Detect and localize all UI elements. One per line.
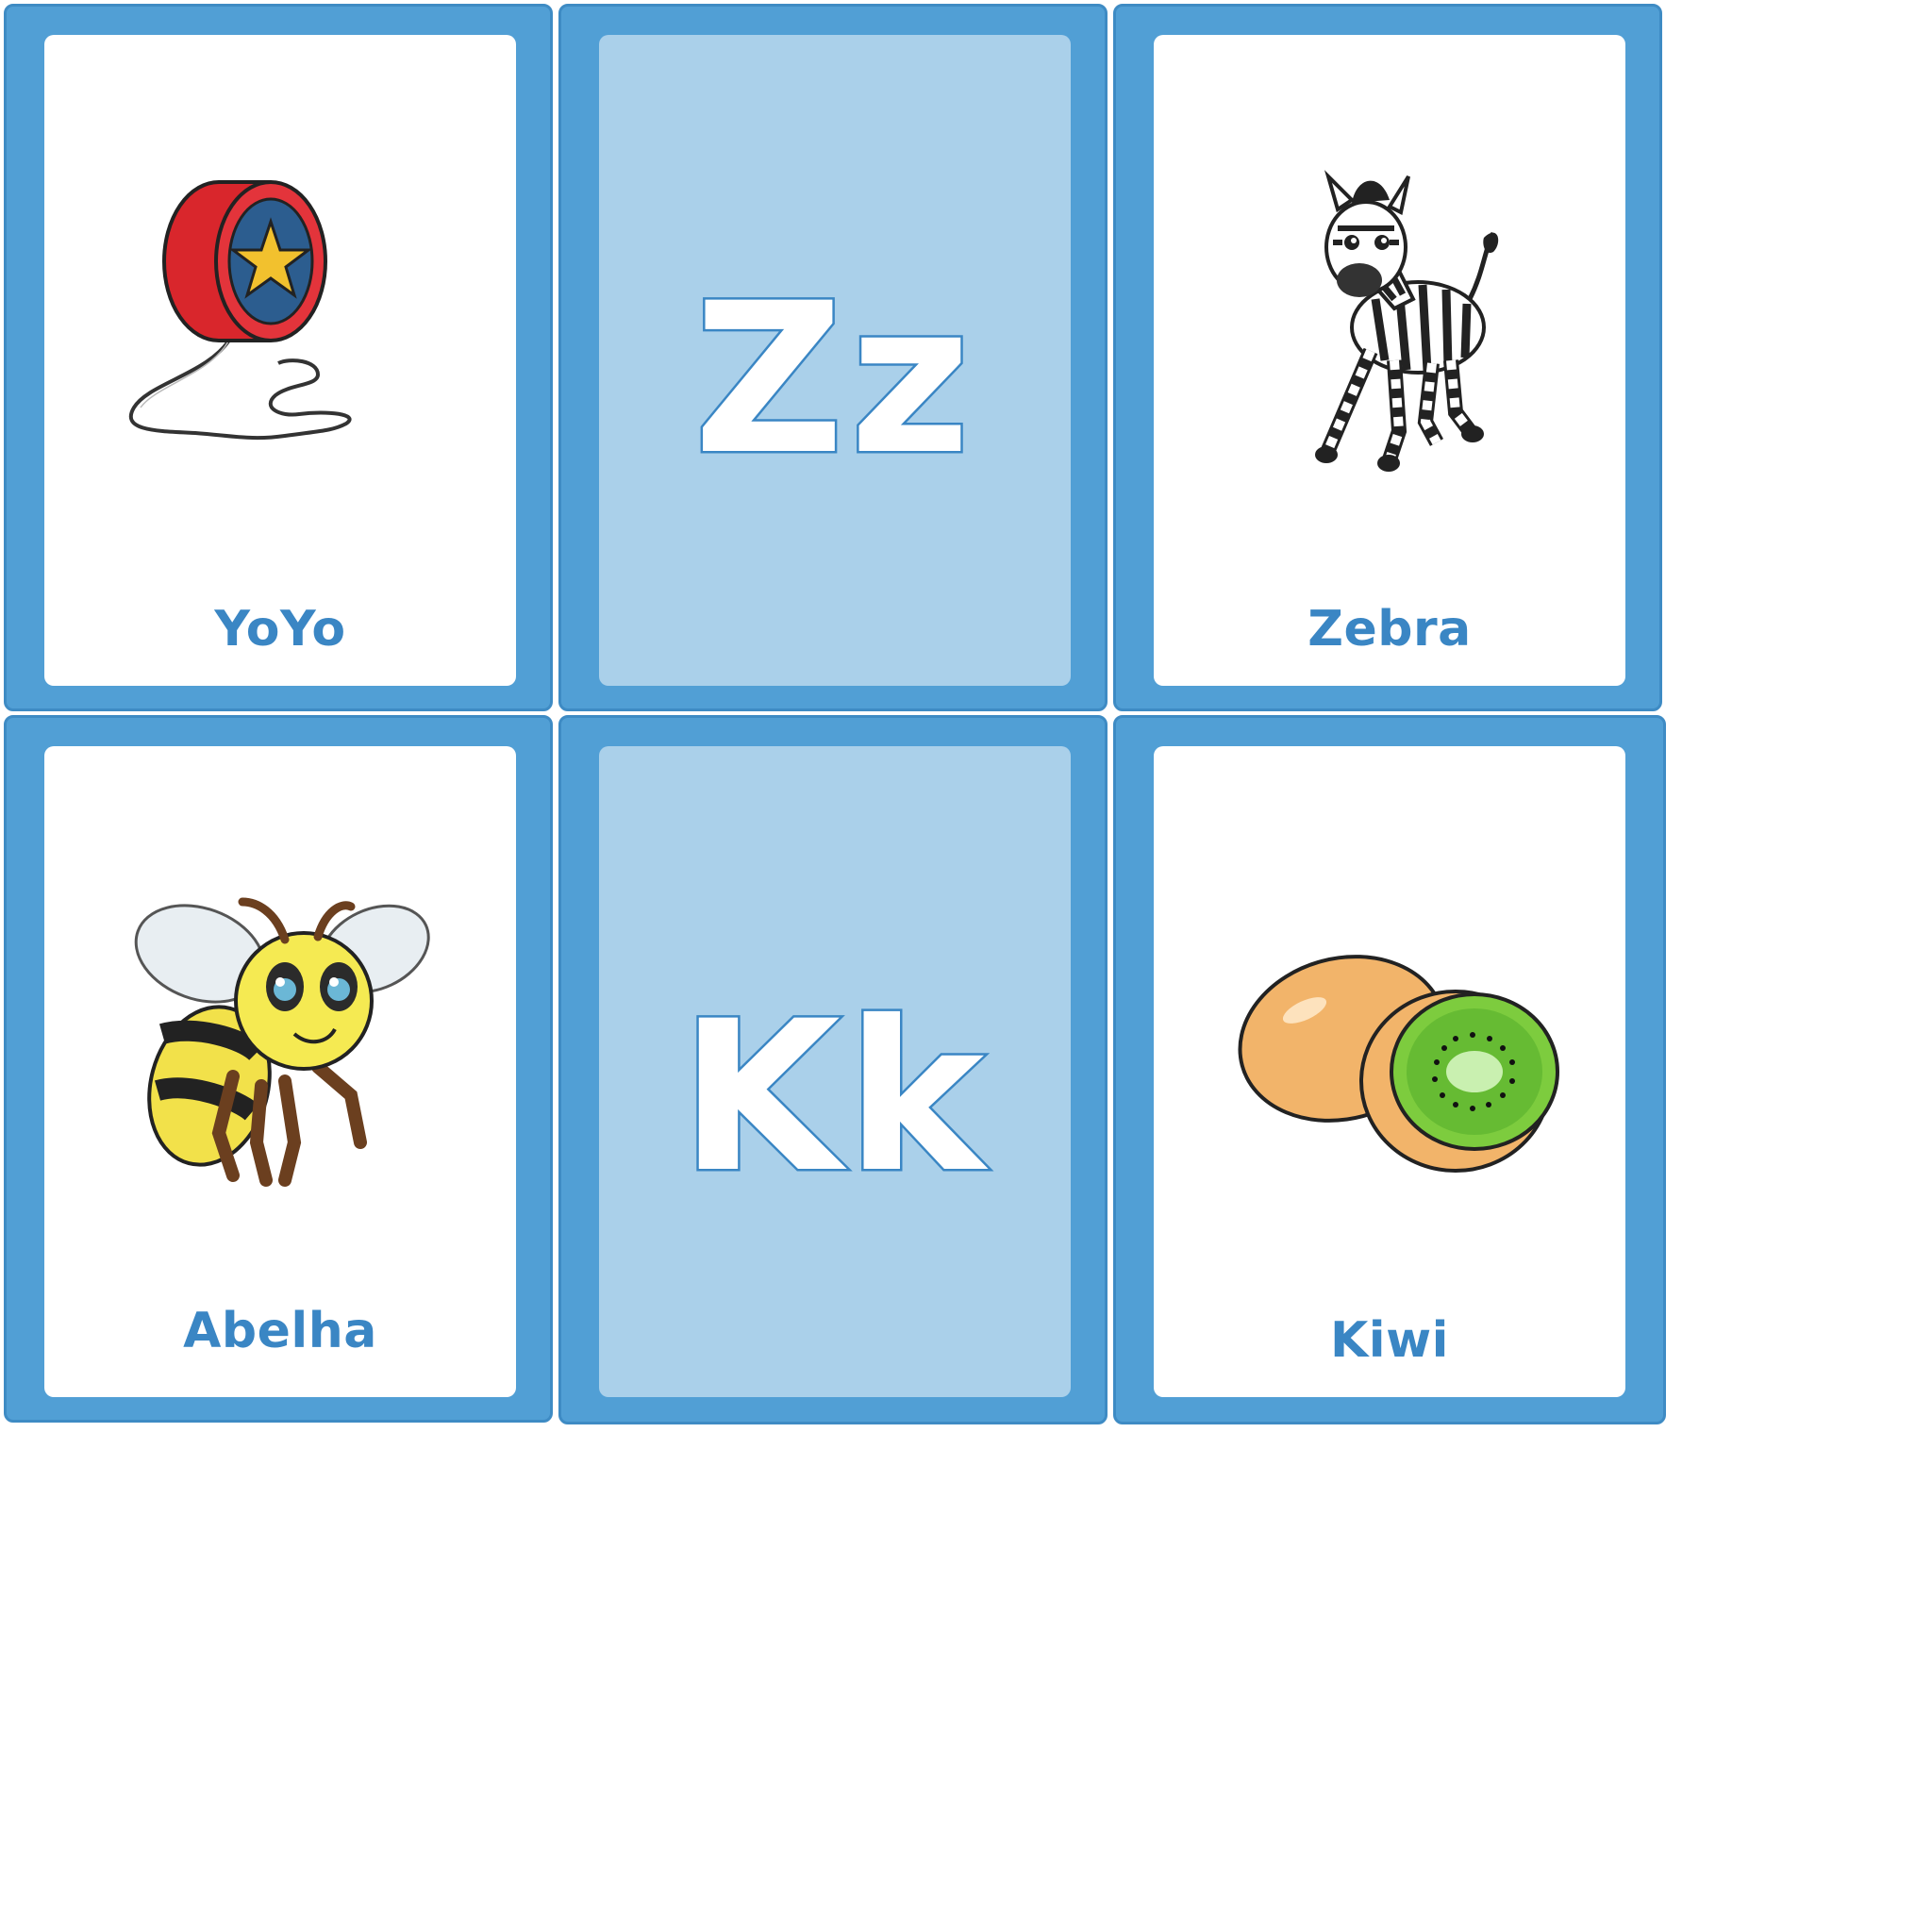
card-face: Kk [599,746,1071,1397]
card-letter-z[interactable]: Zz [558,4,1108,711]
zebra-icon [1201,148,1578,525]
card-grid: YoYo Zz Zebra Abelha Kk Kiwi [0,0,1668,1424]
card-face: Zz [599,35,1071,686]
card-letter-k[interactable]: Kk [558,715,1108,1424]
card-yoyo[interactable]: YoYo [4,4,553,711]
card-word: Kiwi [1330,1312,1449,1369]
card-zebra[interactable]: Zebra [1113,4,1662,711]
card-abelha[interactable]: Abelha [4,715,553,1423]
card-face: Kiwi [1154,746,1625,1397]
card-word: Abelha [183,1303,377,1359]
card-face: YoYo [44,35,516,686]
card-letters: Kk [677,976,991,1218]
card-face: Zebra [1154,35,1625,686]
card-face: Abelha [44,746,516,1397]
card-letters: Zz [691,258,976,500]
kiwi-icon [1201,859,1578,1237]
card-word: Zebra [1307,601,1472,658]
yoyo-icon [92,148,469,525]
card-kiwi[interactable]: Kiwi [1113,715,1666,1424]
card-word: YoYo [214,601,346,658]
bee-icon [92,859,469,1237]
